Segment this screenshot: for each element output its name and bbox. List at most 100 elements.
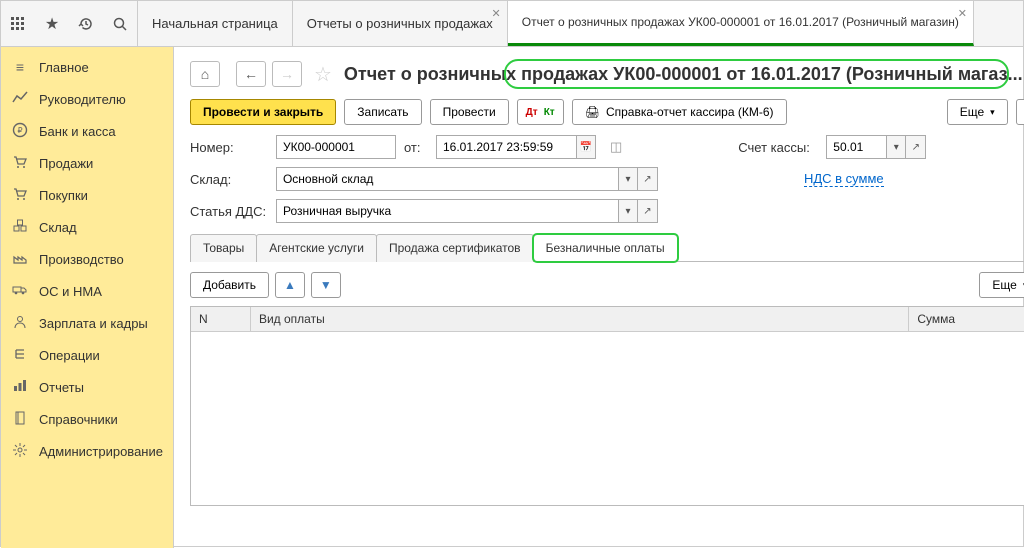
forward-button[interactable]: → — [272, 61, 302, 87]
gear-icon — [11, 442, 29, 461]
menu-icon: ≡ — [11, 59, 29, 75]
arrow-down-icon: ▼ — [320, 278, 332, 292]
post-close-button[interactable]: Провести и закрыть — [190, 99, 336, 125]
sidebar-item-manager[interactable]: Руководителю — [1, 83, 173, 115]
sidebar-label: Администрирование — [39, 444, 163, 459]
sidebar-label: Главное — [39, 60, 89, 75]
person-icon — [11, 314, 29, 333]
favorite-icon[interactable]: ☆ — [314, 62, 332, 87]
book-icon — [11, 410, 29, 429]
factory-icon — [11, 250, 29, 269]
col-number[interactable]: N — [191, 307, 251, 331]
move-up-button[interactable]: ▲ — [275, 272, 305, 298]
account-label: Счет кассы: — [738, 140, 818, 155]
calendar-icon[interactable]: 📅 — [576, 135, 596, 159]
vat-link[interactable]: НДС в сумме — [804, 171, 884, 187]
sidebar-item-os[interactable]: ОС и НМА — [1, 275, 173, 307]
sidebar-item-operations[interactable]: Операции — [1, 339, 173, 371]
table-more-button[interactable]: Еще ▾ — [979, 272, 1024, 298]
chevron-down-icon[interactable]: ▾ — [618, 167, 638, 191]
boxes-icon — [11, 218, 29, 237]
back-button[interactable]: ← — [236, 61, 266, 87]
open-icon[interactable]: ↗ — [638, 167, 658, 191]
cart-icon — [11, 186, 29, 205]
tab-document[interactable]: Отчет о розничных продажах УК00-000001 о… — [508, 1, 974, 46]
sidebar-item-catalogs[interactable]: Справочники — [1, 403, 173, 435]
title-row: ⌂ ← → ☆ Отчет о розничных продажах УК00-… — [190, 61, 1024, 87]
tab-goods[interactable]: Товары — [190, 234, 257, 262]
move-down-button[interactable]: ▼ — [311, 272, 341, 298]
close-icon[interactable]: ✕ — [958, 7, 967, 20]
cashier-report-button[interactable]: 🖨Справка-отчет кассира (КМ-6) — [572, 99, 787, 125]
col-sum[interactable]: Сумма — [909, 307, 1024, 331]
payments-table[interactable]: N Вид оплаты Сумма — [190, 306, 1024, 506]
account-field: ▾ ↗ — [826, 135, 926, 159]
tab-agent[interactable]: Агентские услуги — [256, 234, 377, 262]
dt-kt-button[interactable]: ДтКт — [517, 99, 564, 125]
sidebar-label: Руководителю — [39, 92, 126, 107]
arrow-up-icon: ▲ — [284, 278, 296, 292]
sidebar-label: Производство — [39, 252, 124, 267]
date-field: 📅 — [436, 135, 596, 159]
sidebar-item-admin[interactable]: Администрирование — [1, 435, 173, 467]
search-icon[interactable] — [103, 1, 137, 47]
form-row-number: Номер: от: 📅 ◫ Счет кассы: ▾ ↗ — [190, 135, 1024, 159]
button-label: Еще — [992, 278, 1016, 292]
tab-label: Отчет о розничных продажах УК00-000001 о… — [522, 15, 959, 29]
tab-noncash[interactable]: Безналичные оплаты — [533, 234, 678, 262]
home-button[interactable]: ⌂ — [190, 61, 220, 87]
close-icon[interactable]: ✕ — [492, 7, 501, 20]
save-button[interactable]: Записать — [344, 99, 421, 125]
truck-icon — [11, 282, 29, 301]
open-icon[interactable]: ↗ — [906, 135, 926, 159]
ruble-icon: ₽ — [11, 122, 29, 141]
document-tabs: Товары Агентские услуги Продажа сертифик… — [190, 233, 1024, 262]
tab-home[interactable]: Начальная страница — [138, 1, 293, 46]
form-row-warehouse: Склад: ▾ ↗ НДС в сумме — [190, 167, 1024, 191]
more-button[interactable]: Еще ▾ — [947, 99, 1008, 125]
sidebar-item-production[interactable]: Производство — [1, 243, 173, 275]
sidebar-item-reports[interactable]: Отчеты — [1, 371, 173, 403]
sidebar-item-main[interactable]: ≡ Главное — [1, 51, 173, 83]
sidebar-item-salary[interactable]: Зарплата и кадры — [1, 307, 173, 339]
bars-icon — [11, 378, 29, 397]
main: ≡ Главное Руководителю ₽ Банк и касса Прод… — [1, 47, 1023, 548]
sidebar-label: Склад — [39, 220, 77, 235]
button-label: Еще — [960, 105, 984, 119]
chevron-down-icon[interactable]: ▾ — [886, 135, 906, 159]
page-title: Отчет о розничных продажах УК00-000001 о… — [344, 64, 1023, 85]
dds-field: ▾ ↗ — [276, 199, 658, 223]
warehouse-input[interactable] — [276, 167, 618, 191]
sidebar-label: Покупки — [39, 188, 88, 203]
add-button[interactable]: Добавить — [190, 272, 269, 298]
help-button[interactable]: ? — [1016, 99, 1024, 125]
sidebar-label: Справочники — [39, 412, 118, 427]
dds-input[interactable] — [276, 199, 618, 223]
sidebar: ≡ Главное Руководителю ₽ Банк и касса Прод… — [1, 47, 174, 548]
tab-reports[interactable]: Отчеты о розничных продажах✕ — [293, 1, 508, 46]
sidebar-item-sales[interactable]: Продажи — [1, 147, 173, 179]
history-icon[interactable] — [69, 1, 103, 47]
account-input[interactable] — [826, 135, 886, 159]
sidebar-item-purchases[interactable]: Покупки — [1, 179, 173, 211]
printer-icon: 🖨 — [585, 105, 600, 119]
apps-icon[interactable] — [1, 1, 35, 47]
number-label: Номер: — [190, 140, 268, 155]
date-input[interactable] — [436, 135, 576, 159]
sidebar-item-bank[interactable]: ₽ Банк и касса — [1, 115, 173, 147]
tab-label: Отчеты о розничных продажах — [307, 16, 493, 31]
post-button[interactable]: Провести — [430, 99, 509, 125]
chart-icon — [11, 90, 29, 109]
content: ⌂ ← → ☆ Отчет о розничных продажах УК00-… — [174, 47, 1024, 548]
chevron-down-icon: ▾ — [990, 107, 995, 118]
star-icon[interactable]: ★ — [35, 1, 69, 47]
sidebar-label: Банк и касса — [39, 124, 116, 139]
col-payment-type[interactable]: Вид оплаты — [251, 307, 909, 331]
sidebar-item-warehouse[interactable]: Склад — [1, 211, 173, 243]
chevron-down-icon[interactable]: ▾ — [618, 199, 638, 223]
warehouse-label: Склад: — [190, 172, 268, 187]
tab-certificates[interactable]: Продажа сертификатов — [376, 234, 534, 262]
open-icon[interactable]: ↗ — [638, 199, 658, 223]
form-row-dds: Статья ДДС: ▾ ↗ — [190, 199, 1024, 223]
number-input[interactable] — [276, 135, 396, 159]
